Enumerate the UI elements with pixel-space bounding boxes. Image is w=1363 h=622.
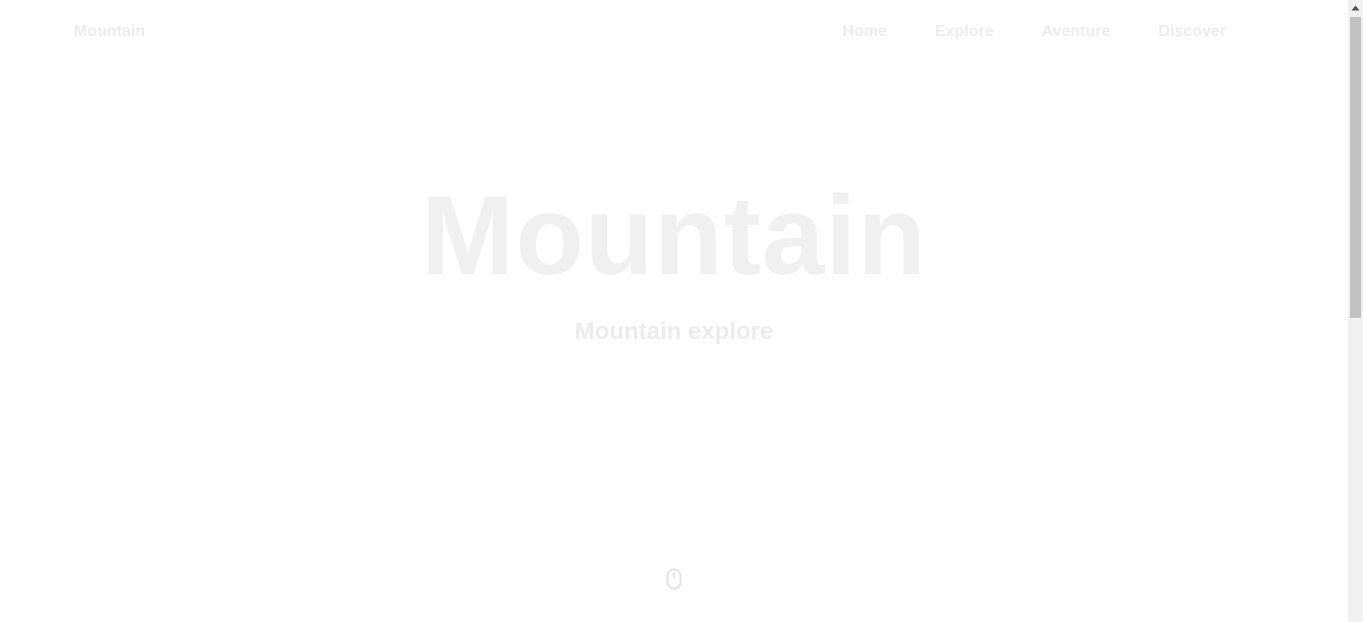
scrollbar-thumb[interactable] bbox=[1350, 17, 1361, 318]
mouse-icon[interactable] bbox=[666, 568, 682, 590]
nav-link-aventure[interactable]: Aventure bbox=[1042, 22, 1111, 42]
brand-logo-link[interactable]: Mountain bbox=[74, 22, 145, 42]
scroll-up-arrow-icon[interactable] bbox=[1348, 0, 1363, 17]
mouse-icon-graphic bbox=[666, 568, 682, 590]
nav-link-explore[interactable]: Explore bbox=[935, 22, 994, 42]
vertical-scrollbar[interactable] bbox=[1348, 0, 1363, 622]
hero-subtitle: Mountain explore bbox=[574, 318, 774, 345]
nav-links: Home Explore Aventure Discover bbox=[843, 22, 1227, 42]
nav-link-home[interactable]: Home bbox=[843, 22, 887, 42]
hero-title: Mountain bbox=[421, 173, 927, 298]
nav-link-discover[interactable]: Discover bbox=[1158, 22, 1226, 42]
page: Mountain Home Explore Aventure Discover … bbox=[0, 0, 1348, 622]
top-navigation: Mountain Home Explore Aventure Discover bbox=[0, 0, 1348, 62]
browser-viewport: Mountain Home Explore Aventure Discover … bbox=[0, 0, 1363, 622]
